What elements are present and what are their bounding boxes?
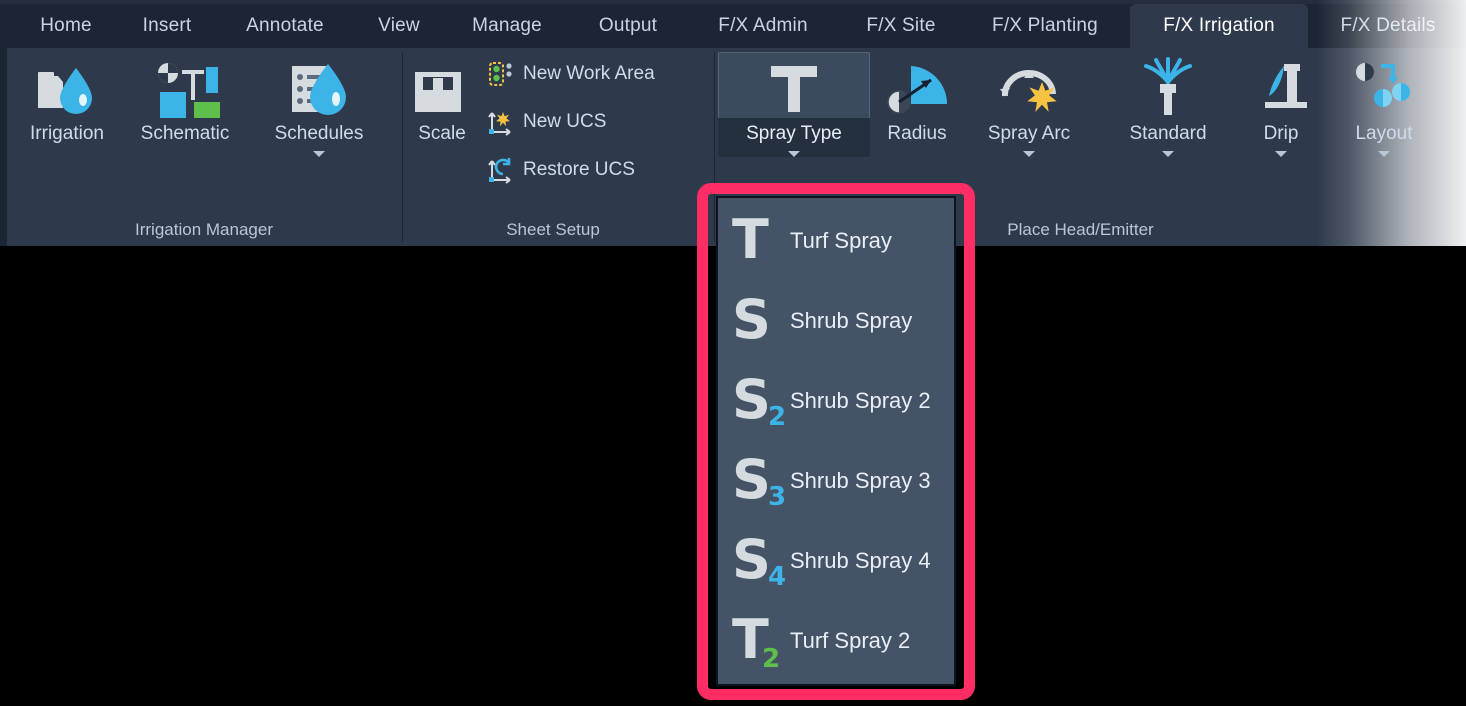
panel-title-irrigation-manager: Irrigation Manager bbox=[135, 220, 273, 239]
scale-label: Scale bbox=[418, 123, 466, 144]
work-area-icon bbox=[488, 60, 514, 88]
drip-button[interactable]: Drip bbox=[1240, 52, 1322, 157]
ribbon-tab-home[interactable]: Home bbox=[20, 4, 112, 48]
arc-rotate-star-icon bbox=[964, 52, 1094, 118]
chevron-down-icon[interactable] bbox=[1023, 151, 1035, 157]
ribbon-tab-label: Manage bbox=[472, 15, 542, 36]
ribbon-tab-f-x-details[interactable]: F/X Details bbox=[1320, 4, 1456, 48]
panel-separator bbox=[402, 52, 403, 242]
sheet-setup-item-label: New Work Area bbox=[523, 63, 655, 84]
chevron-down-icon[interactable] bbox=[1162, 151, 1174, 157]
new-work-area-button[interactable]: New Work Area bbox=[488, 60, 655, 88]
ribbon-tab-label: View bbox=[378, 15, 420, 36]
schedules-label: Schedules bbox=[274, 123, 364, 144]
ribbon-tab-annotate[interactable]: Annotate bbox=[222, 4, 348, 48]
spray-arc-label: Spray Arc bbox=[987, 123, 1071, 144]
ribbon-tab-f-x-irrigation[interactable]: F/X Irrigation bbox=[1130, 4, 1308, 48]
schedules-button[interactable]: Schedules bbox=[250, 52, 388, 157]
irrigation-button[interactable]: Irrigation bbox=[8, 52, 126, 143]
schematic-button[interactable]: Schematic bbox=[126, 52, 244, 143]
radius-label: Radius bbox=[887, 123, 947, 144]
ribbon-tab-label: F/X Planting bbox=[992, 15, 1098, 36]
chevron-down-icon[interactable] bbox=[313, 151, 325, 157]
ribbon-tab-f-x-admin[interactable]: F/X Admin bbox=[694, 4, 832, 48]
list-waterdrop-icon bbox=[250, 52, 388, 118]
spray-arc-button[interactable]: Spray Arc bbox=[964, 52, 1094, 157]
ribbon-tab-f-x-site[interactable]: F/X Site bbox=[848, 4, 954, 48]
drip-label: Drip bbox=[1263, 123, 1299, 144]
ribbon-tab-label: Output bbox=[598, 15, 658, 36]
radius-arc-icon bbox=[872, 52, 962, 118]
drip-emitter-icon bbox=[1240, 52, 1322, 118]
chevron-down-icon[interactable] bbox=[788, 151, 800, 157]
ribbon-tab-label: F/X Site bbox=[866, 15, 936, 36]
schematic-blocks-icon bbox=[126, 52, 244, 118]
ribbon-tab-output[interactable]: Output bbox=[578, 4, 678, 48]
standard-label: Standard bbox=[1129, 123, 1207, 144]
schematic-label: Schematic bbox=[140, 123, 230, 144]
new-ucs-button[interactable]: New UCS bbox=[488, 108, 606, 136]
sheet-setup-item-label: Restore UCS bbox=[523, 159, 635, 180]
ribbon-tab-view[interactable]: View bbox=[360, 4, 438, 48]
panel-title-sheet-setup: Sheet Setup bbox=[506, 220, 600, 239]
ribbon-tab-manage[interactable]: Manage bbox=[452, 4, 562, 48]
ribbon-left-rail bbox=[0, 48, 7, 246]
ribbon-tab-strip: Home Insert Annotate View Manage Output F/X Ad… bbox=[0, 4, 1466, 48]
ribbon-tab-insert[interactable]: Insert bbox=[122, 4, 212, 48]
layout-heads-icon bbox=[1334, 52, 1434, 118]
scale-steps-icon bbox=[404, 52, 480, 118]
spray-type-label: Spray Type bbox=[746, 123, 842, 144]
layout-button[interactable]: Layout bbox=[1334, 52, 1434, 157]
standard-button[interactable]: Standard bbox=[1106, 52, 1230, 157]
ribbon-tab-f-x-planting[interactable]: F/X Planting bbox=[966, 4, 1124, 48]
ribbon-tab-label: F/X Admin bbox=[718, 15, 808, 36]
restore-ucs-icon bbox=[488, 156, 514, 184]
ribbon-tab-label: F/X Details bbox=[1340, 15, 1436, 36]
chevron-down-icon[interactable] bbox=[1275, 151, 1287, 157]
ribbon-tab-label: F/X Irrigation bbox=[1163, 15, 1275, 36]
application-window: Home Insert Annotate View Manage Output F/X Ad… bbox=[0, 0, 1466, 706]
ribbon-tab-label: Home bbox=[40, 15, 92, 36]
annotation-highlight-box bbox=[697, 183, 975, 700]
ribbon-tab-label: Insert bbox=[142, 15, 192, 36]
layout-label: Layout bbox=[1355, 123, 1413, 144]
new-ucs-icon bbox=[488, 108, 514, 136]
folder-waterdrop-icon bbox=[8, 52, 126, 118]
letter-t-icon bbox=[718, 52, 870, 118]
spray-type-button[interactable]: Spray Type bbox=[718, 52, 870, 157]
ribbon-tab-label: Annotate bbox=[246, 15, 324, 36]
panel-title-place-head-emitter: Place Head/Emitter bbox=[1007, 220, 1154, 239]
restore-ucs-button[interactable]: Restore UCS bbox=[488, 156, 635, 184]
sprinkler-head-icon bbox=[1106, 52, 1230, 118]
sheet-setup-item-label: New UCS bbox=[523, 111, 607, 132]
chevron-down-icon[interactable] bbox=[1378, 151, 1390, 157]
irrigation-label: Irrigation bbox=[30, 123, 104, 144]
radius-button[interactable]: Radius bbox=[872, 52, 962, 143]
scale-button[interactable]: Scale bbox=[404, 52, 480, 143]
